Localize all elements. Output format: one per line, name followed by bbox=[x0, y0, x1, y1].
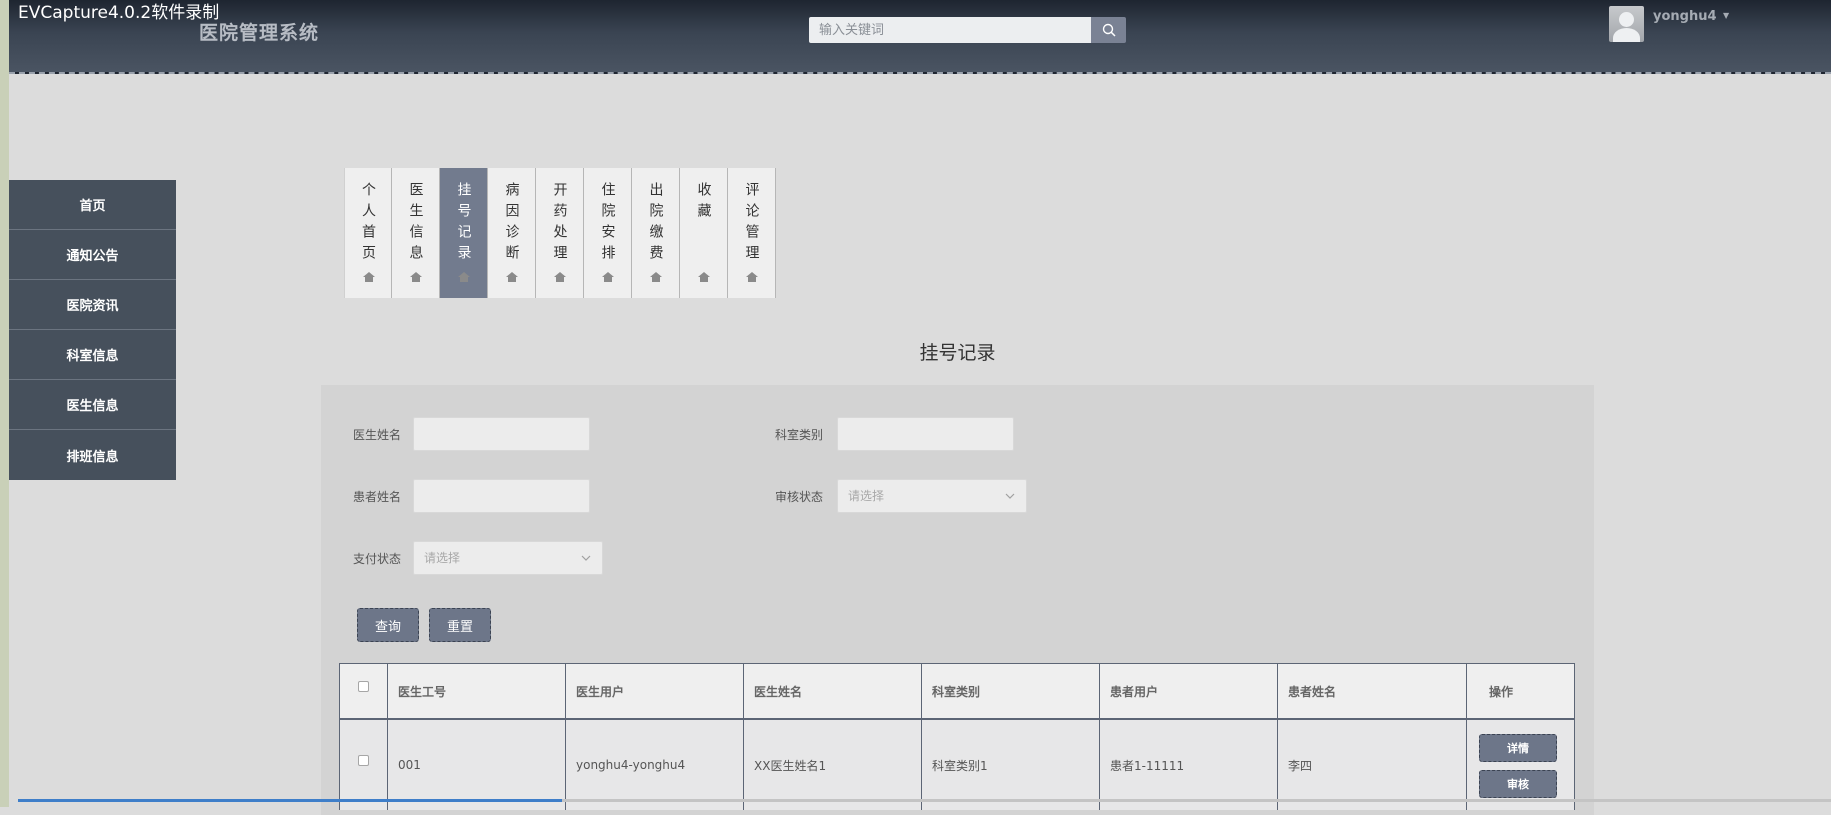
home-icon bbox=[650, 267, 662, 286]
search-input[interactable] bbox=[809, 17, 1091, 43]
row-checkbox[interactable] bbox=[358, 754, 369, 766]
cell-doctor-name: XX医生姓名1 bbox=[743, 720, 921, 810]
home-icon bbox=[602, 267, 614, 286]
page-title: 挂号记录 bbox=[919, 342, 996, 364]
sidebar: 首页 通知公告 医院资讯 科室信息 医生信息 排班信息 bbox=[9, 180, 176, 480]
select-all-checkbox[interactable] bbox=[358, 680, 369, 692]
progress-bar bbox=[18, 799, 562, 802]
col-doctor-name: 医生姓名 bbox=[743, 664, 921, 718]
top-header: 医院管理系统 yonghu4 ▼ bbox=[9, 0, 1831, 74]
col-doctor-user: 医生用户 bbox=[565, 664, 743, 718]
col-dept-type: 科室类别 bbox=[921, 664, 1099, 718]
tab-favorites[interactable]: 收藏 bbox=[680, 168, 728, 298]
home-icon bbox=[458, 267, 470, 286]
sidebar-item-schedule[interactable]: 排班信息 bbox=[9, 430, 176, 480]
vertical-tabs: 个人首页 医生信息 挂号记录 病因诊断 开药处理 住院安排 出院缴费 收藏 评论… bbox=[344, 168, 776, 298]
tab-comments[interactable]: 评论管理 bbox=[728, 168, 776, 298]
username[interactable]: yonghu4 bbox=[1653, 9, 1717, 24]
sidebar-item-home[interactable]: 首页 bbox=[9, 180, 176, 230]
col-patient-user: 患者用户 bbox=[1099, 664, 1277, 718]
dept-type-label: 科室类别 bbox=[775, 428, 824, 442]
pay-status-label: 支付状态 bbox=[353, 552, 402, 566]
review-status-label: 审核状态 bbox=[775, 490, 824, 504]
review-status-select[interactable]: 请选择 bbox=[837, 479, 1027, 513]
doctor-name-label: 医生姓名 bbox=[353, 428, 402, 442]
search-button[interactable] bbox=[1091, 17, 1126, 43]
home-icon bbox=[410, 267, 422, 286]
table-row: 001 yonghu4-yonghu4 XX医生姓名1 科室类别1 患者1-11… bbox=[339, 720, 1575, 810]
avatar[interactable] bbox=[1609, 6, 1644, 42]
row-operations: 详情 审核 bbox=[1466, 720, 1575, 810]
col-operations: 操作 bbox=[1466, 664, 1575, 718]
chevron-down-icon bbox=[581, 555, 591, 561]
dept-type-input[interactable] bbox=[837, 417, 1014, 451]
detail-button[interactable]: 详情 bbox=[1479, 734, 1557, 762]
tab-prescription[interactable]: 开药处理 bbox=[536, 168, 584, 298]
home-icon bbox=[363, 267, 375, 286]
capture-watermark: EVCapture4.0.2软件录制 bbox=[18, 3, 220, 23]
chevron-down-icon bbox=[1005, 493, 1015, 499]
cell-doctor-user: yonghu4-yonghu4 bbox=[565, 720, 743, 810]
doctor-name-input[interactable] bbox=[413, 417, 590, 451]
sidebar-item-news[interactable]: 医院资讯 bbox=[9, 280, 176, 330]
pay-status-select[interactable]: 请选择 bbox=[413, 541, 603, 575]
caret-down-icon[interactable]: ▼ bbox=[1723, 11, 1729, 20]
tab-discharge-payment[interactable]: 出院缴费 bbox=[632, 168, 680, 298]
query-button[interactable]: 查询 bbox=[357, 608, 419, 642]
home-icon bbox=[698, 267, 710, 286]
cell-patient-user: 患者1-11111 bbox=[1099, 720, 1277, 810]
cell-dept-type: 科室类别1 bbox=[921, 720, 1099, 810]
home-icon bbox=[746, 267, 758, 286]
sidebar-item-notices[interactable]: 通知公告 bbox=[9, 230, 176, 280]
patient-name-input[interactable] bbox=[413, 479, 590, 513]
registration-table: 医生工号 医生用户 医生姓名 科室类别 患者用户 患者姓名 操作 001 yon… bbox=[339, 663, 1575, 810]
cell-doctor-id: 001 bbox=[387, 720, 565, 810]
search-icon bbox=[1102, 23, 1116, 37]
window-edge bbox=[0, 0, 9, 807]
tab-admission[interactable]: 住院安排 bbox=[584, 168, 632, 298]
review-button[interactable]: 审核 bbox=[1479, 770, 1557, 798]
tab-personal-home[interactable]: 个人首页 bbox=[344, 168, 392, 298]
home-icon bbox=[554, 267, 566, 286]
table-header: 医生工号 医生用户 医生姓名 科室类别 患者用户 患者姓名 操作 bbox=[339, 663, 1575, 720]
reset-button[interactable]: 重置 bbox=[429, 608, 491, 642]
patient-name-label: 患者姓名 bbox=[353, 490, 402, 504]
sidebar-item-doctors[interactable]: 医生信息 bbox=[9, 380, 176, 430]
tab-doctor-info[interactable]: 医生信息 bbox=[392, 168, 440, 298]
col-doctor-id: 医生工号 bbox=[387, 664, 565, 718]
search-panel: 医生姓名 科室类别 患者姓名 审核状态 请选择 支付状态 请选择 查询 重置 医… bbox=[321, 385, 1594, 815]
col-patient-name: 患者姓名 bbox=[1277, 664, 1455, 718]
cell-patient-name: 李四 bbox=[1277, 720, 1455, 810]
tab-registration-records[interactable]: 挂号记录 bbox=[440, 168, 488, 298]
home-icon bbox=[506, 267, 518, 286]
tab-diagnosis[interactable]: 病因诊断 bbox=[488, 168, 536, 298]
